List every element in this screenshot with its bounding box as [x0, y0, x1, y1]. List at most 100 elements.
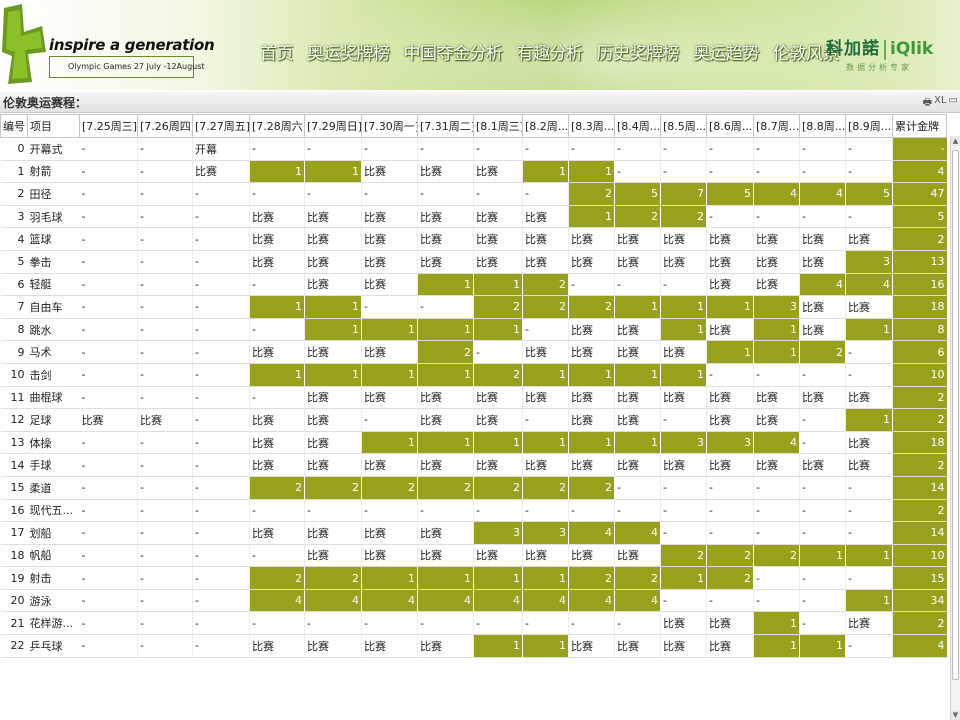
row-event-name[interactable]: 拳击 [27, 250, 80, 274]
table-row[interactable]: 9 马术 - - - 比赛 比赛 比赛 2- 比赛 比赛 比赛 比赛 1 1 2-6 [0, 340, 947, 364]
table-row[interactable]: 12 足球 比赛 比赛 - 比赛 比赛 - 比赛 比赛 - 比赛 比赛 - 比赛 比赛 -1 2 [0, 408, 947, 432]
column-header-15[interactable]: [8.7周... [753, 114, 800, 138]
table-row[interactable]: 6 轻艇 - - - - 比赛 比赛 1 1 2- - - 比赛 比赛 4 4 16 [0, 273, 947, 297]
table-row[interactable]: 5 拳击 - - - 比赛 比赛 比赛 比赛 比赛 比赛 比赛 比赛 比赛 比赛 比赛 比赛 3 13 [0, 250, 947, 274]
column-header-0[interactable]: 编号 [0, 114, 28, 138]
row-event-name[interactable]: 手球 [27, 453, 80, 477]
table-row[interactable]: 20 游泳 - - -4 4 4 4 4 4 4 4- - - -1 34 [0, 589, 947, 613]
scrollbar-thumb[interactable] [952, 150, 959, 680]
table-row[interactable]: 7 自由车 - - -1 1- -2 2 2 1 1 1 3 比赛 比赛 18 [0, 295, 947, 319]
row-event-name[interactable]: 篮球 [27, 227, 80, 251]
row-event-name[interactable]: 现代五... [27, 499, 80, 523]
column-header-7[interactable]: [7.30周一] [361, 114, 418, 138]
schedule-cell: - [137, 431, 193, 455]
table-row[interactable]: 0 开幕式 - - 开幕 - - - - - - - - - - - - - - [0, 137, 947, 161]
column-header-10[interactable]: [8.2周... [522, 114, 569, 138]
row-event-name[interactable]: 射箭 [27, 160, 80, 184]
row-event-name[interactable]: 花样游... [27, 611, 80, 636]
column-header-6[interactable]: [7.29周日] [304, 114, 362, 138]
schedule-cell: - [137, 340, 193, 364]
scroll-up-icon[interactable]: ▲ [951, 136, 960, 146]
table-row[interactable]: 1 射箭 - - 比赛 1 1 比赛 比赛 比赛 1 1- - - - - -4 [0, 160, 947, 184]
column-header-11[interactable]: [8.3周... [568, 114, 615, 138]
column-header-2[interactable]: [7.25周三] [79, 114, 138, 138]
nav-item-0[interactable]: 首页 [260, 39, 294, 64]
gold-count-cell: 1 [660, 566, 707, 590]
table-row[interactable]: 18 帆船 - - - - 比赛 比赛 比赛 比赛 比赛 比赛 比赛 2 2 2 1 1 10 [0, 544, 947, 568]
row-event-name[interactable]: 柔道 [27, 476, 80, 500]
column-header-1[interactable]: 项目 [27, 114, 80, 138]
row-event-name[interactable]: 轻艇 [27, 273, 80, 297]
table-row[interactable]: 13 体操 - - - 比赛 比赛 1 1 1 1 1 1 3 3 4- 比赛 18 [0, 431, 947, 455]
row-event-name[interactable]: 击剑 [27, 363, 80, 387]
row-event-name[interactable]: 田径 [27, 182, 80, 206]
table-row[interactable]: 16 现代五... - - - - - - - - - - - - - - - -2 [0, 499, 947, 523]
table-row[interactable]: 15 柔道 - - -2 2 2 2 2 2 2- - - - - -14 [0, 476, 947, 500]
nav-item-2[interactable]: 中国夺金分析 [404, 39, 504, 64]
schedule-cell: - [799, 566, 846, 590]
row-event-name[interactable]: 曲棍球 [27, 386, 80, 410]
schedule-cell: 比赛 [845, 295, 893, 319]
table-row[interactable]: 4 篮球 - - - 比赛 比赛 比赛 比赛 比赛 比赛 比赛 比赛 比赛 比赛 比赛 比赛 比赛 2 [0, 227, 947, 251]
column-header-12[interactable]: [8.4周... [614, 114, 661, 138]
column-header-18[interactable]: 累计金牌 [892, 114, 947, 138]
column-header-3[interactable]: [7.26周四] [137, 114, 193, 138]
column-header-13[interactable]: [8.5周... [660, 114, 707, 138]
schedule-cell: - [79, 137, 138, 161]
table-row[interactable]: 11 曲棍球 - - - - 比赛 比赛 比赛 比赛 比赛 比赛 比赛 比赛 比赛 比赛 比赛 比赛 2 [0, 386, 947, 410]
scroll-down-icon[interactable]: ▼ [951, 710, 960, 720]
column-header-5[interactable]: [7.28周六] [249, 114, 305, 138]
schedule-cell: - [79, 476, 138, 500]
column-header-14[interactable]: [8.6周... [706, 114, 754, 138]
column-header-16[interactable]: [8.8周... [799, 114, 846, 138]
table-row[interactable]: 2 田径 - - - - - - - - -2 5 7 5 4 4 5 47 [0, 182, 947, 206]
table-row[interactable]: 22 乒乓球 - - - 比赛 比赛 比赛 比赛 1 1 比赛 比赛 比赛 比赛 1 1-4 [0, 634, 947, 658]
schedule-cell: - [845, 340, 893, 364]
column-header-8[interactable]: [7.31周二] [417, 114, 474, 138]
print-icon[interactable]: 🖶 [923, 95, 932, 112]
row-event-name[interactable]: 羽毛球 [27, 205, 80, 229]
table-row[interactable]: 10 击剑 - - -1 1 1 1 2 1 1 1 1- - - -10 [0, 363, 947, 387]
row-event-name[interactable]: 帆船 [27, 544, 80, 568]
schedule-cell: - [137, 453, 193, 477]
maximize-icon[interactable]: ▭ [949, 95, 958, 112]
nav-item-1[interactable]: 奥运奖牌榜 [307, 39, 390, 64]
schedule-cell: - [706, 363, 754, 387]
column-header-4[interactable]: [7.27周五] [192, 114, 250, 138]
nav-item-3[interactable]: 有趣分析 [517, 39, 584, 64]
schedule-cell: 比赛 [249, 205, 305, 229]
schedule-table-container: 编号 项目 [7.25周三] [7.26周四] [7.27周五] [7.28周六] [7.2… [0, 114, 950, 720]
schedule-cell: 比赛 [522, 227, 569, 251]
row-event-name[interactable]: 乒乓球 [27, 634, 80, 658]
schedule-cell: 比赛 [473, 227, 523, 251]
table-row[interactable]: 19 射击 - - -2 2 1 1 1 1 2 2 1 2- - -15 [0, 566, 947, 590]
nav-item-5[interactable]: 奥运趋势 [693, 39, 760, 64]
table-row[interactable]: 14 手球 - - - 比赛 比赛 比赛 比赛 比赛 比赛 比赛 比赛 比赛 比赛 比赛 比赛 比赛 2 [0, 453, 947, 477]
row-event-name[interactable]: 划船 [27, 521, 80, 545]
row-event-name[interactable]: 射击 [27, 566, 80, 590]
row-id: 21 [0, 611, 28, 636]
gold-count-cell: 1 [304, 160, 362, 184]
schedule-cell: 比赛 [799, 453, 846, 477]
row-event-name[interactable]: 体操 [27, 431, 80, 455]
gold-count-cell: 4 [249, 589, 305, 613]
table-row[interactable]: 3 羽毛球 - - - 比赛 比赛 比赛 比赛 比赛 比赛 1 2 2- - - -5 [0, 205, 947, 229]
schedule-cell: - [249, 137, 305, 161]
table-row[interactable]: 17 划船 - - - 比赛 比赛 比赛 比赛 3 3 4 4- - - - -14 [0, 521, 947, 545]
schedule-cell: 比赛 [522, 250, 569, 274]
row-event-name[interactable]: 自由车 [27, 295, 80, 319]
row-event-name[interactable]: 游泳 [27, 589, 80, 613]
schedule-cell: - [79, 318, 138, 342]
schedule-cell: - [249, 273, 305, 297]
table-row[interactable]: 8 跳水 - - - -1 1 1 1- 比赛 比赛 1 比赛 1 比赛 1 8 [0, 318, 947, 342]
row-event-name[interactable]: 足球 [27, 408, 80, 432]
table-row[interactable]: 21 花样游... - - - - - - - - - - - 比赛 比赛 1- 比赛 2 [0, 611, 947, 636]
vertical-scrollbar[interactable]: ▲ ▼ [950, 136, 960, 720]
excel-icon[interactable]: XL [934, 95, 946, 112]
column-header-9[interactable]: [8.1周三] [473, 114, 523, 138]
row-event-name[interactable]: 跳水 [27, 318, 80, 342]
column-header-17[interactable]: [8.9周... [845, 114, 893, 138]
row-event-name[interactable]: 开幕式 [27, 137, 80, 161]
nav-item-4[interactable]: 历史奖牌榜 [597, 39, 680, 64]
row-event-name[interactable]: 马术 [27, 340, 80, 364]
